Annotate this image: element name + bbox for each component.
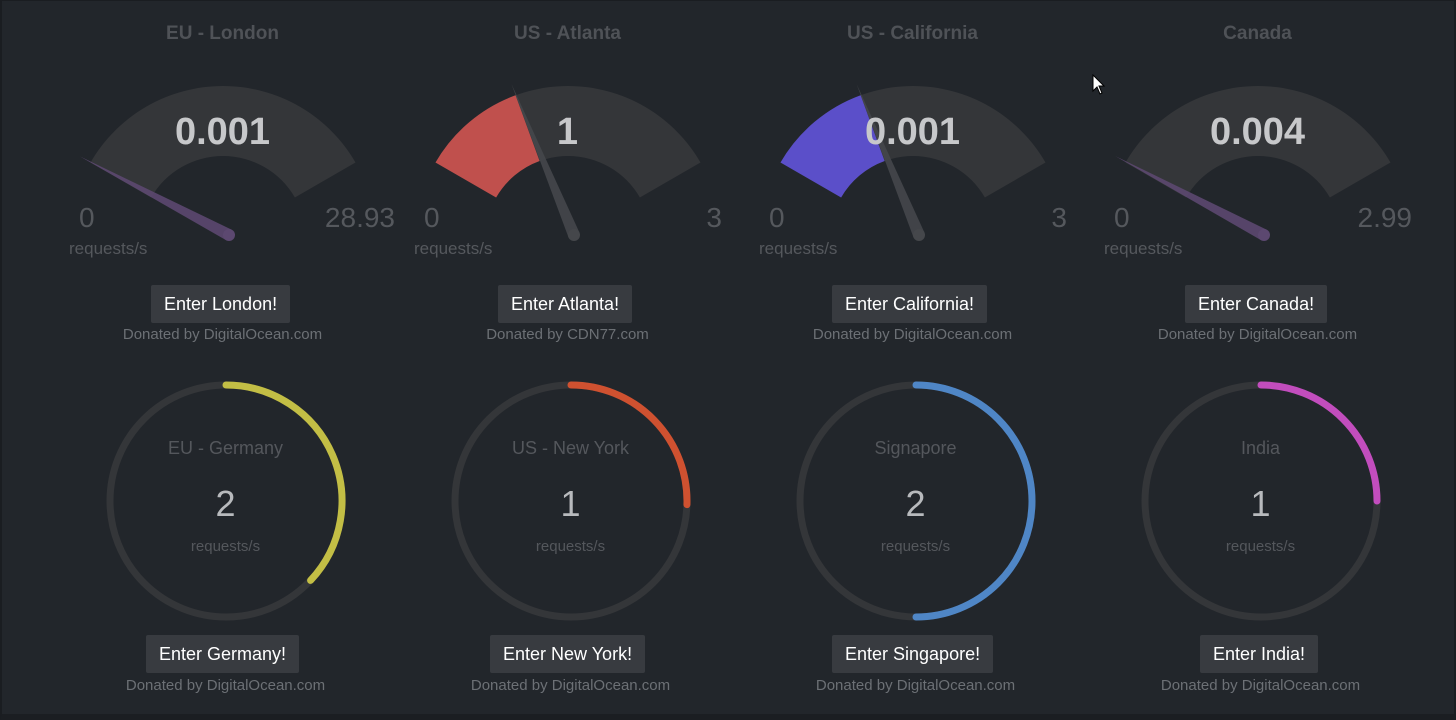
- donated-by-text: Donated by DigitalOcean.com: [1157, 326, 1358, 343]
- ring-value: 2: [905, 483, 926, 524]
- donated-by-text: Donated by DigitalOcean.com: [470, 677, 671, 694]
- gauge-value: 1: [556, 111, 579, 153]
- ring-unit-label: requests/s: [190, 538, 261, 555]
- gauge-value: 0.001: [864, 111, 961, 153]
- ring-value: 1: [1250, 483, 1271, 524]
- ring-label: Signapore: [874, 438, 957, 458]
- enter-india-button[interactable]: Enter India!: [1200, 635, 1319, 673]
- gauge-unit-label: requests/s: [69, 239, 148, 258]
- ring-label: India: [1240, 438, 1281, 458]
- gauge-min-label: 0: [1114, 202, 1130, 233]
- enter-new-york-button[interactable]: Enter New York!: [490, 635, 646, 673]
- ring-unit-label: requests/s: [1225, 538, 1296, 555]
- ring-value: 2: [215, 483, 236, 524]
- donated-by-text: Donated by DigitalOcean.com: [1160, 677, 1361, 694]
- ring-label: US - New York: [511, 438, 630, 458]
- gauge-min-label: 0: [424, 202, 440, 233]
- donated-by-text: Donated by DigitalOcean.com: [815, 677, 1016, 694]
- donated-by-text: Donated by DigitalOcean.com: [812, 326, 1013, 343]
- enter-california-button[interactable]: Enter California!: [832, 285, 988, 323]
- gauge-value: 0.004: [1209, 111, 1306, 153]
- ring-label: EU - Germany: [167, 438, 284, 458]
- gauge-needle-pivot: [568, 229, 580, 241]
- ring-unit-label: requests/s: [880, 538, 951, 555]
- gauge-unit-label: requests/s: [1104, 239, 1183, 258]
- gauge-min-label: 0: [79, 202, 95, 233]
- gauge-unit-label: requests/s: [414, 239, 493, 258]
- gauge-max-label: 28.93: [324, 202, 395, 233]
- gauge-value: 0.001: [174, 111, 271, 153]
- ring-unit-label: requests/s: [535, 538, 606, 555]
- gauge-needle-pivot: [1258, 229, 1270, 241]
- gauge-unit-label: requests/s: [759, 239, 838, 258]
- gauge-max-label: 3: [1051, 202, 1067, 233]
- enter-atlanta-button[interactable]: Enter Atlanta!: [498, 285, 633, 323]
- gauge-needle-pivot: [913, 229, 925, 241]
- enter-singapore-button[interactable]: Enter Singapore!: [832, 635, 994, 673]
- ring-value: 1: [560, 483, 581, 524]
- gauge-max-label: 2.99: [1357, 202, 1413, 233]
- gauge-min-label: 0: [769, 202, 785, 233]
- enter-germany-button[interactable]: Enter Germany!: [146, 635, 300, 673]
- gauge-max-label: 3: [706, 202, 722, 233]
- dashboard: EU - London 0.001 0 28.93 requests/s Ent…: [0, 0, 1456, 720]
- mouse-pointer-icon: [1092, 74, 1106, 95]
- donated-by-text: Donated by DigitalOcean.com: [122, 326, 323, 343]
- enter-london-button[interactable]: Enter London!: [151, 285, 291, 323]
- gauge-needle-pivot: [223, 229, 235, 241]
- donated-by-text: Donated by DigitalOcean.com: [125, 677, 326, 694]
- donated-by-text: Donated by CDN77.com: [486, 326, 649, 343]
- enter-canada-button[interactable]: Enter Canada!: [1185, 285, 1328, 323]
